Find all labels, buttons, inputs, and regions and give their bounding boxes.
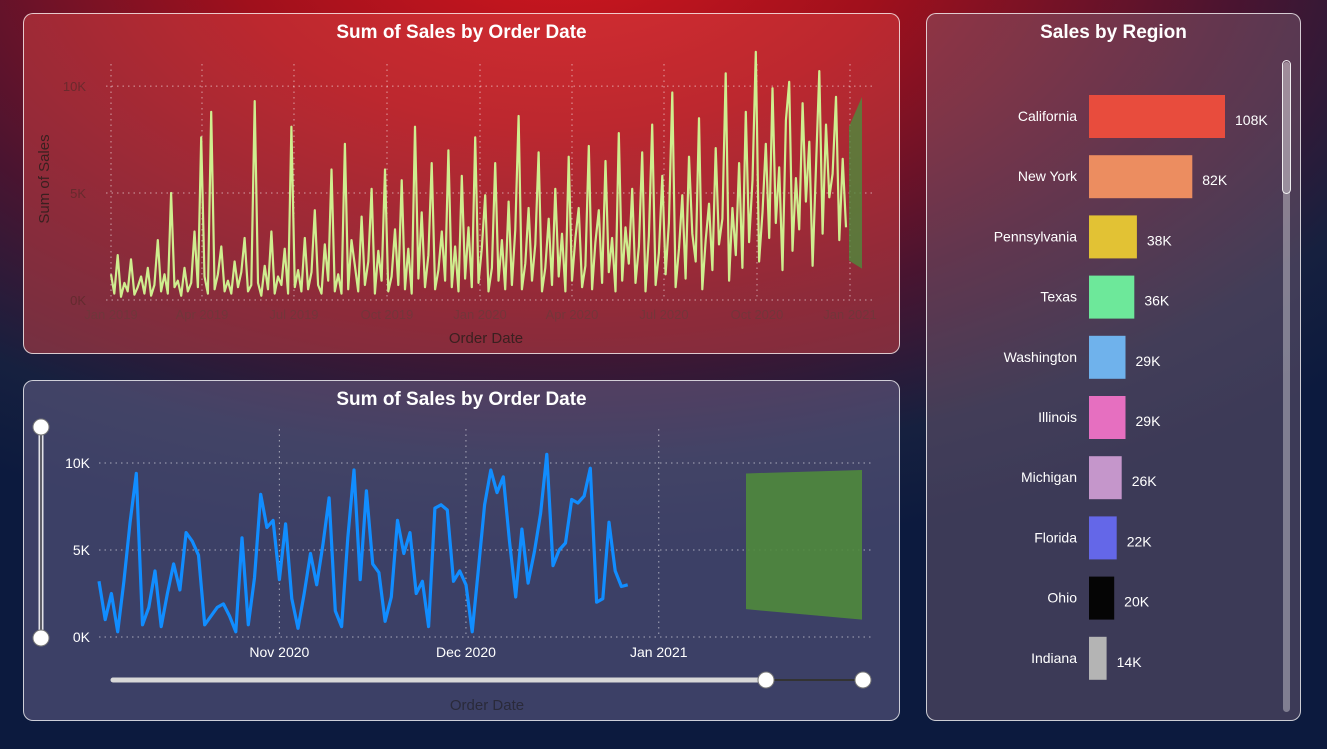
- series-line: [109, 50, 848, 298]
- y-tick-label: 10K: [63, 79, 86, 94]
- bar[interactable]: [1089, 155, 1193, 199]
- x-tick-label: Dec 2020: [436, 644, 496, 660]
- x-axis-label: Order Date: [449, 330, 523, 347]
- category-label: Texas: [1040, 289, 1077, 305]
- x-axis-label: Order Date: [450, 697, 524, 714]
- bar[interactable]: [1089, 335, 1126, 379]
- chart-title: Sum of Sales by Order Date: [336, 22, 587, 43]
- category-label: Ohio: [1047, 590, 1077, 606]
- x-tick-label: Oct 2019: [361, 307, 414, 322]
- x-tick-label: Apr 2019: [176, 307, 229, 322]
- bar-chart-svg[interactable]: California 108K New York 82K Pennsylvania 38K…: [927, 14, 1301, 721]
- category-label: Indiana: [1031, 650, 1077, 666]
- x-tick-label: Apr 2020: [546, 307, 599, 322]
- sales-by-date-chart-bottom[interactable]: Sum of Sales by Order Date 0K 5K 10K Nov 20…: [23, 380, 900, 721]
- data-label: 14K: [1117, 654, 1143, 670]
- x-tick-label: Jul 2020: [639, 307, 688, 322]
- y-zoom-handle-top[interactable]: [32, 418, 50, 436]
- data-label: 82K: [1202, 172, 1228, 188]
- data-label: 36K: [1144, 293, 1170, 309]
- forecast-band: [849, 96, 862, 269]
- x-zoom-handle-right[interactable]: [854, 671, 872, 689]
- chart-title: Sum of Sales by Order Date: [336, 389, 587, 410]
- x-tick-label: Jan 2020: [453, 307, 507, 322]
- bar[interactable]: [1089, 95, 1225, 138]
- sales-by-region-chart[interactable]: Sales by Region California 108K New York 82…: [926, 13, 1301, 721]
- data-label: 26K: [1132, 473, 1158, 489]
- data-label: 29K: [1136, 413, 1162, 429]
- y-tick-label: 5K: [73, 542, 91, 558]
- x-zoom-handle-left[interactable]: [757, 671, 775, 689]
- scrollbar-thumb[interactable]: [1282, 60, 1291, 194]
- line-chart-svg[interactable]: 0K 5K 10K Jan 2019 Apr 2019 Jul 2019 Oct 2019 J…: [24, 14, 900, 354]
- data-label: 29K: [1136, 353, 1162, 369]
- category-label: Pennsylvania: [994, 228, 1077, 244]
- sales-by-date-chart-top[interactable]: Sum of Sales by Order Date 0K 5K 10K Jan 20…: [23, 13, 900, 354]
- category-label: Illinois: [1038, 409, 1077, 425]
- data-label: 108K: [1235, 112, 1268, 128]
- y-tick-label: 5K: [70, 186, 86, 201]
- bar[interactable]: [1089, 636, 1107, 680]
- x-tick-label: Jan 2021: [630, 644, 688, 660]
- forecast-band: [746, 469, 862, 620]
- bar[interactable]: [1089, 396, 1126, 439]
- bar[interactable]: [1089, 215, 1137, 259]
- x-tick-label: Jul 2019: [269, 307, 318, 322]
- chart-title: Sales by Region: [1040, 22, 1187, 43]
- x-tick-label: Oct 2020: [731, 307, 784, 322]
- bar[interactable]: [1089, 576, 1115, 620]
- category-label: California: [1018, 108, 1077, 124]
- bar[interactable]: [1089, 456, 1122, 500]
- category-label: Michigan: [1021, 469, 1077, 485]
- data-label: 38K: [1147, 232, 1173, 248]
- bar[interactable]: [1089, 516, 1117, 560]
- y-tick-label: 0K: [73, 629, 91, 645]
- line-chart-zoom-svg[interactable]: 0K 5K 10K Nov 2020 Dec 2020 Jan 2021 Order Dat…: [24, 381, 900, 721]
- y-tick-label: 10K: [65, 455, 91, 471]
- x-tick-label: Jan 2021: [823, 307, 877, 322]
- y-zoom-handle-bottom[interactable]: [32, 629, 50, 647]
- data-label: 22K: [1127, 533, 1153, 549]
- bar[interactable]: [1089, 275, 1135, 319]
- y-axis-label: Sum of Sales: [36, 134, 53, 223]
- y-tick-label: 0K: [70, 293, 86, 308]
- category-label: New York: [1018, 168, 1078, 184]
- data-label: 20K: [1124, 594, 1150, 610]
- category-label: Florida: [1034, 529, 1077, 545]
- series-line: [97, 452, 629, 634]
- category-label: Washington: [1004, 349, 1077, 365]
- x-tick-label: Nov 2020: [249, 644, 309, 660]
- x-tick-label: Jan 2019: [84, 307, 138, 322]
